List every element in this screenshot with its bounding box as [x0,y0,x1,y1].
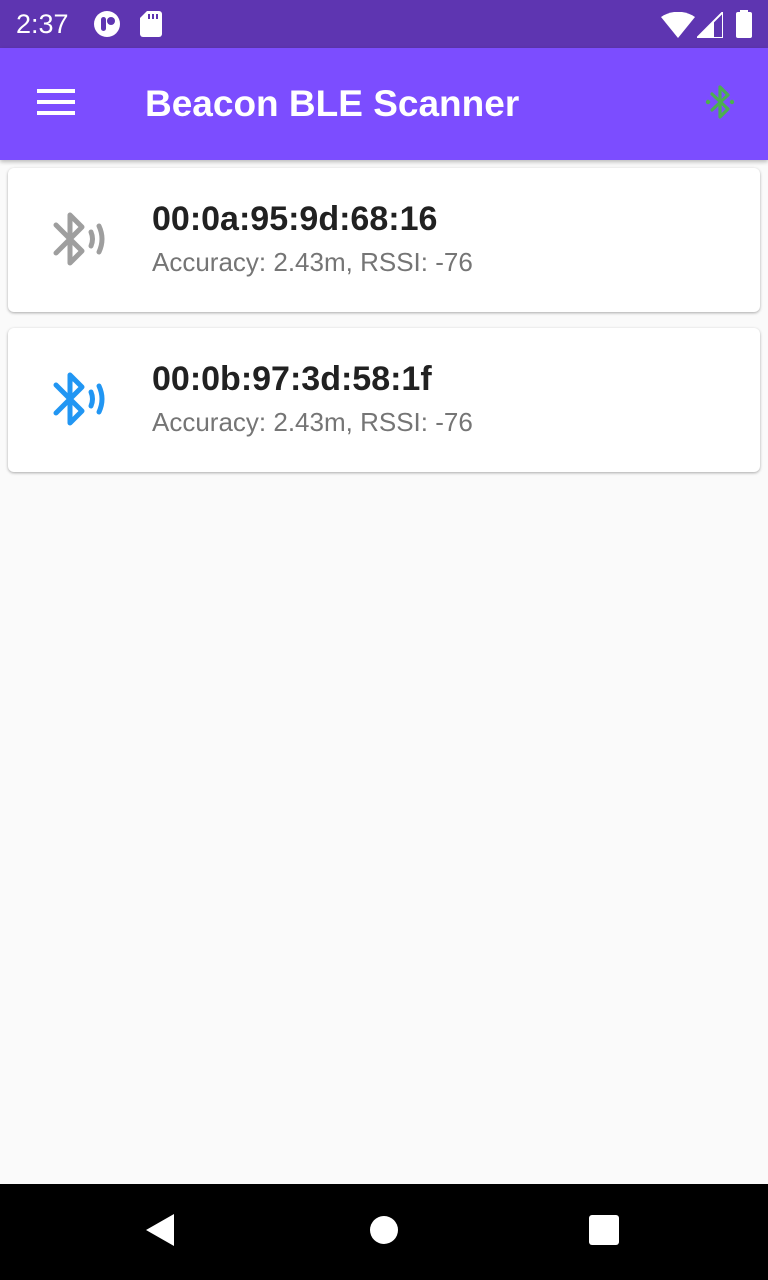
bluetooth-audio-icon [48,368,112,432]
status-time: 2:37 [16,9,69,39]
recents-button[interactable] [580,1208,628,1256]
list-item[interactable]: 00:0b:97:3d:58:1f Accuracy: 2.43m, RSSI:… [8,328,760,472]
app-bar: Beacon BLE Scanner [0,48,768,160]
back-button[interactable] [136,1208,184,1256]
beacon-address: 00:0b:97:3d:58:1f [152,360,432,398]
beacon-details: Accuracy: 2.43m, RSSI: -76 [152,247,473,277]
beacon-details: Accuracy: 2.43m, RSSI: -76 [152,407,473,437]
bluetooth-audio-icon [48,208,112,272]
list-item[interactable]: 00:0a:95:9d:68:16 Accuracy: 2.43m, RSSI:… [8,168,760,312]
beacon-address: 00:0a:95:9d:68:16 [152,200,438,238]
bluetooth-scan-button[interactable] [688,72,752,136]
menu-icon [37,88,75,120]
sd-card-icon [140,11,162,42]
home-button[interactable] [360,1208,408,1256]
app-title: Beacon BLE Scanner [145,83,520,124]
battery-icon [735,10,753,43]
beacon-list: 00:0a:95:9d:68:16 Accuracy: 2.43m, RSSI:… [8,168,760,488]
menu-button[interactable] [24,72,88,136]
nav-bar [0,1184,768,1280]
back-icon [144,1213,176,1252]
cell-signal-icon [694,9,724,43]
notification-app-icon [93,10,121,43]
home-icon [368,1214,400,1251]
wifi-icon [661,11,695,43]
status-bar: 2:37 [0,0,768,48]
bluetooth-searching-icon [700,82,740,127]
screen: 2:37 Beacon BLE Scanner 00:0a:95:9d:68:1… [0,0,768,1280]
recents-icon [589,1214,619,1250]
